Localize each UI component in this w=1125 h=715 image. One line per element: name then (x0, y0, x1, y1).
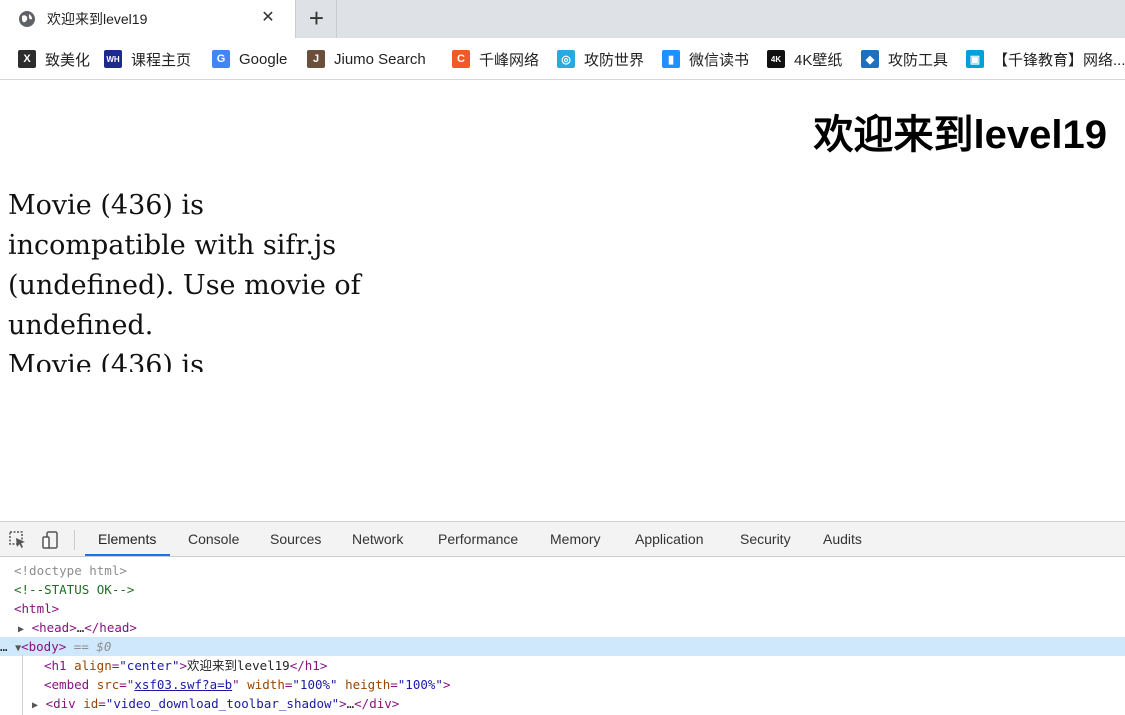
tree-guide-line (22, 655, 23, 715)
dom-head[interactable]: ▶ <head>…</head> (0, 618, 1125, 637)
bookmark-item[interactable]: ◎ 攻防世界 (557, 38, 644, 80)
bookmark-item[interactable]: ◆ 攻防工具 (861, 38, 948, 80)
bookmark-label: 致美化 (45, 51, 91, 69)
embed-src-link[interactable]: xsf03.swf?a=b (134, 677, 232, 692)
globe-logo-icon: ◎ (557, 50, 575, 68)
bookmark-item[interactable]: WH 课程主页 (104, 38, 191, 80)
bookmark-label: 【千锋教育】网络... (993, 51, 1125, 69)
flash-embed[interactable]: Movie (436) is incompatible with sifr.js… (8, 186, 368, 372)
embed-message: Movie (436) is incompatible with sifr.js… (8, 190, 361, 341)
globe-icon (19, 11, 35, 27)
devtools-tab-bar: Elements Console Sources Network Performance… (0, 522, 1125, 557)
expand-triangle-icon[interactable]: ▶ (18, 624, 24, 635)
expand-triangle-icon[interactable]: ▶ (32, 700, 38, 711)
devtools-tab-console[interactable]: Console (188, 522, 239, 556)
google-icon: G (212, 50, 230, 68)
device-toolbar-icon[interactable] (41, 530, 61, 550)
devtools-tab-audits[interactable]: Audits (823, 522, 862, 556)
bookmark-label: Google (239, 50, 288, 68)
bookmark-item[interactable]: C 千峰网络 (452, 38, 539, 80)
shield-tool-icon: ◆ (861, 50, 879, 68)
devtools-tab-network[interactable]: Network (352, 522, 403, 556)
dom-embed[interactable]: <embed src="xsf03.swf?a=b" width="100%" … (0, 675, 1125, 694)
x-logo-icon: X (18, 50, 36, 68)
bookmark-label: 千峰网络 (479, 51, 540, 69)
bookmark-label: 攻防工具 (888, 51, 949, 69)
wh-logo-icon: WH (104, 50, 122, 68)
bookmarks-bar: X 致美化 WH 课程主页 G Google J Jiumo Search C 千峰网络 ◎ 攻防世界… (0, 38, 1125, 80)
dom-div-toolbar-shadow[interactable]: ▶ <div id="video_download_toolbar_shadow… (0, 694, 1125, 713)
dom-comment[interactable]: <!--STATUS OK--> (0, 580, 1125, 599)
devtools-tab-elements[interactable]: Elements (85, 522, 171, 556)
devtools-tab-application[interactable]: Application (635, 522, 704, 556)
bookmark-label: Jiumo Search (334, 50, 426, 68)
devtools-tab-performance[interactable]: Performance (438, 522, 518, 556)
devtools-tab-sources[interactable]: Sources (270, 522, 321, 556)
dom-doctype[interactable]: <!doctype html> (0, 561, 1125, 580)
bookmark-item[interactable]: ▮ 微信读书 (662, 38, 749, 80)
bookmark-item[interactable]: G Google (212, 38, 287, 80)
new-tab-button[interactable]: + (297, 0, 337, 38)
c-logo-icon: C (452, 50, 470, 68)
dom-html[interactable]: <html> (0, 599, 1125, 618)
tab-close-icon[interactable]: ✕ (258, 8, 278, 28)
jiumo-icon: J (307, 50, 325, 68)
more-dots-icon[interactable]: … (0, 639, 8, 654)
devtools-panel: Elements Console Sources Network Performance… (0, 521, 1125, 715)
dom-tree[interactable]: <!doctype html> <!--STATUS OK--> <html> … (0, 557, 1125, 715)
bookmark-label: 微信读书 (689, 51, 750, 69)
bookmark-item[interactable]: 4K 4K壁纸 (767, 38, 842, 80)
bookmark-label: 攻防世界 (584, 51, 645, 69)
tab-active[interactable]: 欢迎来到level19 ✕ (0, 0, 296, 38)
4k-icon: 4K (767, 50, 785, 68)
dom-h1[interactable]: <h1 align="center">欢迎来到level19</h1> (0, 656, 1125, 675)
page-title: 欢迎来到level19 (813, 113, 1107, 157)
inspect-element-icon[interactable] (8, 530, 28, 550)
bookmark-item[interactable]: ▣ 【千锋教育】网络... (966, 38, 1125, 80)
devtools-tab-security[interactable]: Security (740, 522, 791, 556)
bilibili-icon: ▣ (966, 50, 984, 68)
bookmark-label: 4K壁纸 (794, 51, 843, 69)
bookmark-label: 课程主页 (131, 51, 192, 69)
tab-title: 欢迎来到level19 (47, 11, 148, 27)
embed-message-repeat: Movie (436) is (8, 350, 205, 372)
dom-body-selected[interactable]: … ▼<body> == $0 (0, 637, 1125, 656)
tab-strip: 欢迎来到level19 ✕ + (0, 0, 1125, 38)
devtools-tab-memory[interactable]: Memory (550, 522, 601, 556)
bookmark-item[interactable]: X 致美化 (18, 38, 90, 80)
devtools-separator (74, 530, 75, 550)
bookmark-item[interactable]: J Jiumo Search (307, 38, 426, 80)
wechat-read-icon: ▮ (662, 50, 680, 68)
